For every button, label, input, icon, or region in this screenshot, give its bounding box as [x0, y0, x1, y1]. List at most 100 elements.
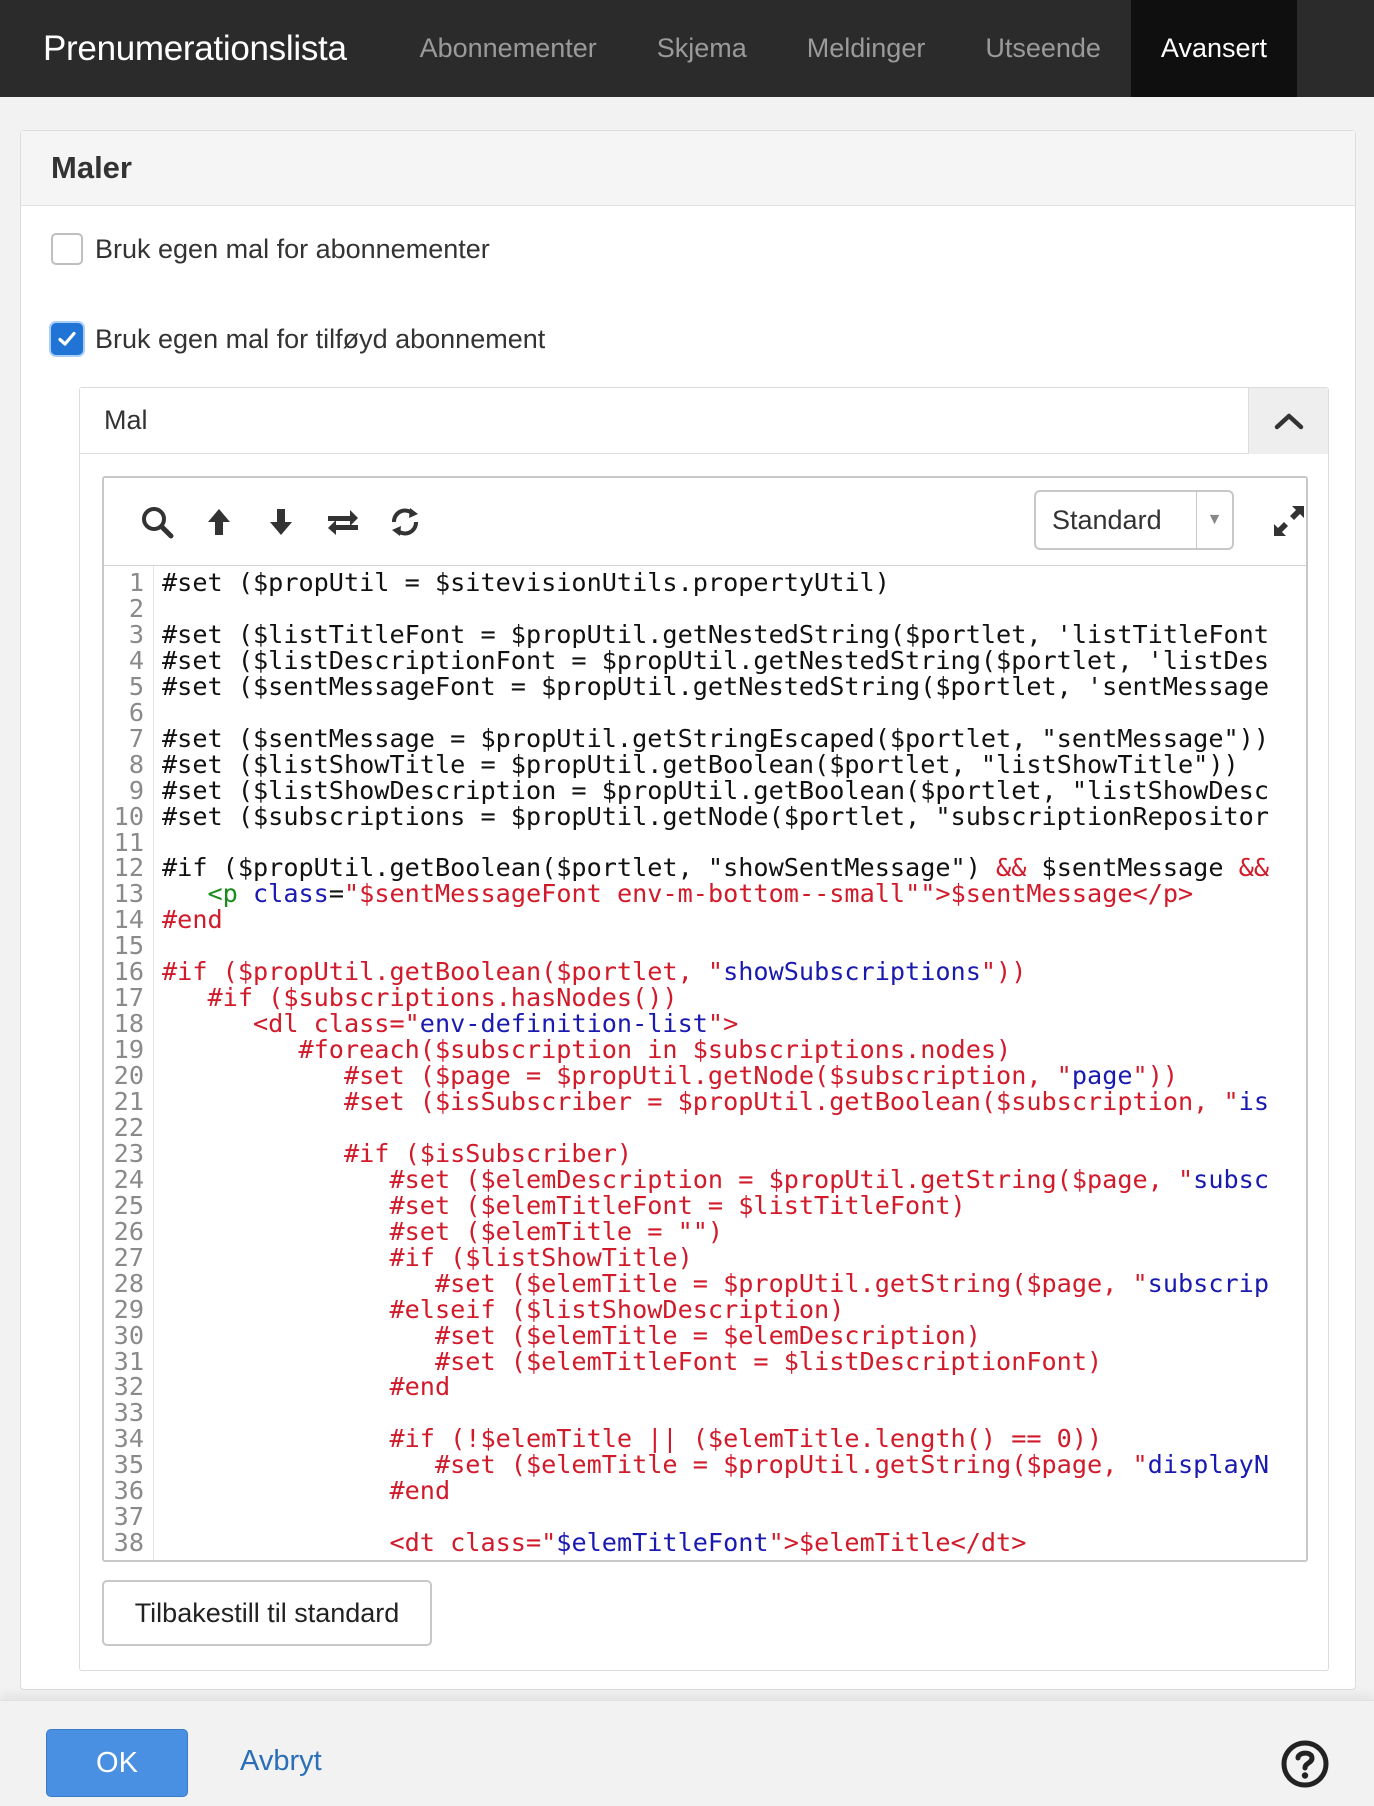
panel-title: Maler [21, 131, 1355, 206]
expand-icon [1274, 506, 1304, 536]
code-text: #set ($sentMessage = $propUtil.getString… [162, 723, 1269, 753]
code-line: 20 #set ($page = $propUtil.getNode($subs… [104, 1063, 1306, 1089]
line-number: 20 [113, 1061, 144, 1091]
code-content[interactable]: 1 #set ($propUtil = $sitevisionUtils.prop… [104, 566, 1306, 1560]
editor-toolbar: Standard ▼ [104, 478, 1306, 566]
code-line: 25 #set ($elemTitleFont = $listTitleFont… [104, 1190, 1306, 1220]
line-number: 11 [113, 827, 144, 857]
refresh-icon [392, 507, 418, 536]
code-line: 36 #end [104, 1478, 1306, 1504]
code-line: 12 #if ($propUtil.getBoolean($portlet, "s… [104, 855, 1306, 881]
line-number: 9 [128, 775, 144, 805]
line-number: 27 [113, 1242, 144, 1272]
line-number: 15 [113, 931, 144, 961]
line-number: 19 [113, 1035, 144, 1065]
arrow-up-icon [208, 508, 230, 535]
line-number: 10 [113, 801, 144, 831]
code-text: #set ($elemTitle = $elemDescription) [162, 1320, 981, 1350]
template-section-header: Mal [80, 387, 1328, 454]
find-previous-button[interactable] [188, 497, 250, 547]
dialog-footer: OK Avbryt [0, 1700, 1374, 1806]
checkbox-row-subscriptions[interactable]: Bruk egen mal for abonnementer [51, 233, 490, 265]
code-line: 31 #set ($elemTitleFont = $listDescripti… [104, 1348, 1306, 1375]
line-number: 13 [113, 879, 144, 909]
caret-down-icon: ▼ [1196, 492, 1232, 548]
tab-abonnementer[interactable]: Abonnementer [390, 0, 627, 97]
code-text: #set ($subscriptions = $propUtil.getNode… [162, 801, 1269, 831]
line-number: 14 [113, 905, 144, 935]
code-line: 28 #set ($elemTitle = $propUtil.getStrin… [104, 1268, 1306, 1298]
code-line: 22 [104, 1114, 1306, 1141]
theme-select-value: Standard [1052, 504, 1162, 535]
chevron-up-icon [1274, 413, 1303, 429]
line-number: 28 [113, 1268, 144, 1298]
templates-panel: Maler Bruk egen mal for abonnementer Bru… [20, 130, 1356, 1690]
line-number: 24 [113, 1164, 144, 1194]
code-text: #if (!$elemTitle || ($elemTitle.length()… [162, 1424, 1103, 1454]
collapse-toggle-button[interactable] [1248, 387, 1328, 454]
code-line: 26 #set ($elemTitle = "") [104, 1216, 1306, 1246]
code-line: 37 [104, 1504, 1306, 1530]
line-number: 8 [128, 749, 144, 779]
code-text: #end [162, 905, 223, 935]
template-section: Mal Standard ▼ 1 #set ($propUtil = $site… [79, 387, 1329, 1671]
line-number: 3 [128, 619, 144, 649]
line-number: 30 [113, 1320, 144, 1350]
code-line: 33 [104, 1400, 1306, 1426]
replace-all-button[interactable] [374, 497, 436, 547]
code-text: #set ($listDescriptionFont = $propUtil.g… [162, 645, 1269, 675]
line-number: 35 [113, 1450, 144, 1480]
code-line: 2 [104, 595, 1306, 622]
line-number: 38 [113, 1528, 144, 1558]
tab-skjema[interactable]: Skjema [627, 0, 777, 97]
tab-avansert[interactable]: Avansert [1130, 0, 1297, 97]
ok-button[interactable]: OK [46, 1729, 188, 1797]
custom-template-subscriptions-checkbox[interactable] [51, 233, 83, 265]
code-line: 13 <p class="$sentMessageFont env-m-bott… [104, 881, 1306, 907]
replace-button[interactable] [312, 497, 374, 547]
line-number: 29 [113, 1294, 144, 1324]
line-number: 33 [113, 1398, 144, 1428]
help-button[interactable] [1280, 1739, 1330, 1789]
reset-to-default-button[interactable]: Tilbakestill til standard [102, 1580, 432, 1646]
code-text: #set ($elemTitle = "") [162, 1216, 724, 1246]
code-line: 16 #if ($propUtil.getBoolean($portlet, "s… [104, 959, 1306, 985]
code-line: 19 #foreach($subscription in $subscripti… [104, 1037, 1306, 1063]
code-text: <dt class="$elemTitleFont">$elemTitle</d… [162, 1528, 1027, 1558]
app-title: Prenumerationslista [43, 28, 347, 68]
template-section-title: Mal [104, 405, 148, 435]
search-button[interactable] [126, 497, 188, 547]
code-text: <p class="$sentMessageFont env-m-bottom-… [207, 879, 1194, 909]
checkbox-label: Bruk egen mal for abonnementer [95, 233, 490, 264]
code-text: #set ($elemTitle = $propUtil.getString($… [162, 1268, 1269, 1298]
theme-select[interactable]: Standard ▼ [1034, 490, 1234, 550]
line-number: 5 [128, 671, 144, 701]
checkbox-label: Bruk egen mal for tilføyd abonnement [95, 323, 546, 354]
cancel-link[interactable]: Avbryt [240, 1745, 322, 1778]
code-editor[interactable]: Standard ▼ 1 #set ($propUtil = $sitevisio… [102, 476, 1308, 1562]
code-text: #elseif ($listShowDescription) [162, 1294, 845, 1324]
code-line: 32 #end [104, 1374, 1306, 1400]
fullscreen-button[interactable] [1264, 496, 1306, 546]
line-number: 25 [113, 1190, 144, 1220]
line-number: 7 [128, 723, 144, 753]
help-icon [1281, 1740, 1329, 1788]
code-line: 15 [104, 933, 1306, 959]
find-next-button[interactable] [250, 497, 312, 547]
custom-template-added-checkbox[interactable] [51, 323, 83, 355]
code-text: #end [162, 1372, 451, 1402]
code-text: #set ($elemTitleFont = $listTitleFont) [162, 1190, 966, 1220]
code-line: 18 <dl class="env-definition-list"> [104, 1011, 1306, 1037]
tab-meldinger[interactable]: Meldinger [777, 0, 956, 97]
line-number: 12 [113, 853, 144, 883]
tab-utseende[interactable]: Utseende [955, 0, 1131, 97]
code-line: 8 #set ($listShowTitle = $propUtil.getBoo… [104, 749, 1306, 779]
code-text: #set ($listShowTitle = $propUtil.getBool… [162, 749, 1239, 779]
code-line: 6 [104, 699, 1306, 726]
checkbox-row-added-subscription[interactable]: Bruk egen mal for tilføyd abonnement [51, 323, 545, 355]
code-line: 4 #set ($listDescriptionFont = $propUtil.… [104, 645, 1306, 675]
code-text: #set ($elemTitle = $propUtil.getString($… [162, 1450, 1269, 1480]
code-line: 14 #end [104, 907, 1306, 933]
code-text: #if ($subscriptions.hasNodes()) [162, 983, 678, 1013]
line-number: 4 [128, 645, 144, 675]
